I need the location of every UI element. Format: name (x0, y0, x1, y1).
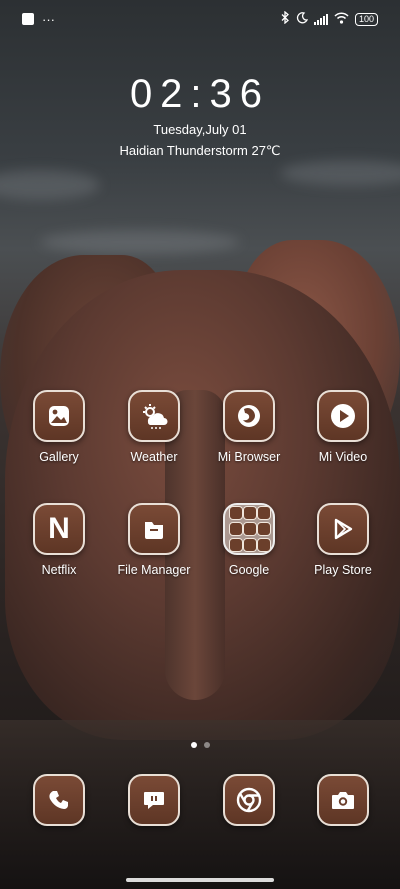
home-screen: ··· 100 02:36 Tuesday,July 01 Haidian Th… (0, 0, 400, 889)
page-indicator[interactable] (0, 742, 400, 748)
clock-date[interactable]: Tuesday,July 01 (0, 122, 400, 137)
wallpaper-cloud (40, 230, 240, 254)
wallpaper-cloud (0, 170, 100, 200)
notification-icon (22, 13, 34, 25)
app-label: Google (228, 563, 270, 577)
app-netflix[interactable]: N Netflix (12, 503, 106, 577)
home-gesture-bar[interactable] (126, 878, 274, 882)
dock-phone[interactable] (12, 774, 106, 826)
app-mi-video[interactable]: Mi Video (296, 390, 390, 464)
gallery-icon (33, 390, 85, 442)
more-notifications-indicator: ··· (42, 11, 55, 27)
page-dot-current[interactable] (190, 742, 197, 748)
app-play-store[interactable]: Play Store (296, 503, 390, 577)
chrome-icon (223, 774, 275, 826)
app-label: File Manager (117, 563, 191, 577)
app-folder-google[interactable]: Google (202, 503, 296, 577)
folder-icon (128, 503, 180, 555)
app-file-manager[interactable]: File Manager (107, 503, 201, 577)
app-label: Gallery (39, 450, 79, 464)
battery-indicator: 100 (354, 12, 378, 26)
status-bar: ··· 100 (0, 0, 400, 38)
netflix-icon: N (33, 503, 85, 555)
clock-time[interactable]: 02:36 (0, 72, 400, 117)
wifi-icon (334, 11, 349, 27)
google-folder-icon (223, 503, 275, 555)
camera-icon (317, 774, 369, 826)
do-not-disturb-moon-icon (296, 11, 309, 27)
app-gallery[interactable]: Gallery (12, 390, 106, 464)
phone-icon (33, 774, 85, 826)
weather-icon (128, 390, 180, 442)
wallpaper-cloud (280, 160, 400, 186)
app-label: Weather (130, 450, 178, 464)
app-label: Netflix (41, 563, 77, 577)
dock-chrome[interactable] (202, 774, 296, 826)
bluetooth-icon (281, 10, 290, 27)
app-label: Play Store (314, 563, 372, 577)
app-label: Mi Browser (217, 450, 281, 464)
app-label: Mi Video (318, 450, 368, 464)
browser-icon (223, 390, 275, 442)
play-icon (317, 390, 369, 442)
dock-messages[interactable] (107, 774, 201, 826)
messages-icon (128, 774, 180, 826)
app-mi-browser[interactable]: Mi Browser (202, 390, 296, 464)
dock-camera[interactable] (296, 774, 390, 826)
cellular-signal-icon (313, 13, 328, 25)
play-store-icon (317, 503, 369, 555)
app-weather[interactable]: Weather (107, 390, 201, 464)
weather-summary[interactable]: Haidian Thunderstorm 27℃ (0, 143, 400, 159)
page-dot[interactable] (203, 742, 210, 748)
